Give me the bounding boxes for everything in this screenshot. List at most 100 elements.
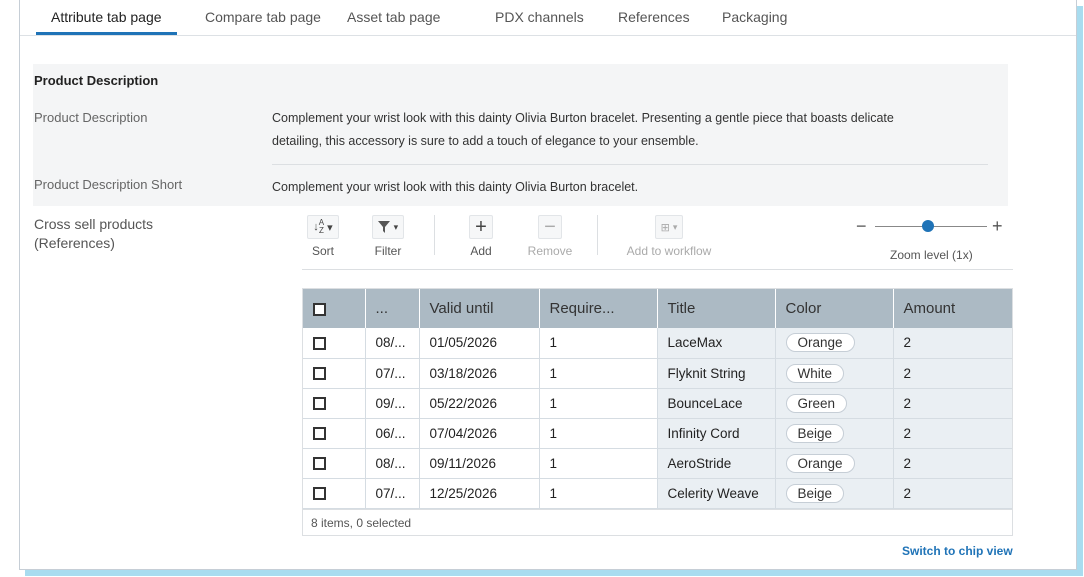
cell-color[interactable]: Orange [775,448,894,479]
color-chip: Beige [785,483,845,503]
column-header-valid-until[interactable]: Valid until [419,289,540,328]
cell-amount[interactable]: 2 [893,388,1012,419]
cell-amount[interactable]: 2 [893,418,1012,449]
column-header-amount[interactable]: Amount [893,289,1012,328]
cell-amount[interactable]: 2 [893,478,1012,509]
cell-amount[interactable]: 2 [893,448,1012,479]
tab-references[interactable]: References [618,0,690,36]
filter-button[interactable]: ▾ Filter [365,214,411,264]
cell-color[interactable]: White [775,358,894,389]
row-checkbox[interactable] [313,337,326,351]
column-header-color[interactable]: Color [775,289,894,328]
select-cell[interactable] [303,358,366,389]
cell-required[interactable]: 1 [539,418,658,449]
cell-title[interactable]: AeroStride [657,448,776,479]
row-checkbox[interactable] [313,397,326,411]
cell-title[interactable]: Infinity Cord [657,418,776,449]
minus-icon: − [538,215,562,239]
cell-valid-until[interactable]: 05/22/2026 [419,388,540,419]
select-cell[interactable] [303,388,366,419]
select-cell[interactable] [303,448,366,479]
editor-frame: Attribute tab page Compare tab page Asse… [19,0,1077,570]
row-checkbox[interactable] [313,427,326,441]
cross-sell-label-line-1: Cross sell products [34,216,154,232]
cell-valid-until[interactable]: 01/05/2026 [419,328,540,359]
table-row[interactable]: 07/... 12/25/2026 1 Celerity Weave Beige 2 [303,478,1012,509]
section-title: Product Description [34,73,159,88]
zoom-in-button[interactable]: + [992,216,1003,237]
product-description-short-value[interactable]: Complement your wrist look with this dai… [272,176,638,199]
cell-date[interactable]: 06/... [365,418,420,449]
workflow-icon: ⊞ ▾ [654,215,684,239]
description-line-1: Complement your wrist look with this dai… [272,111,894,125]
cell-required[interactable]: 1 [539,448,658,479]
cell-valid-until[interactable]: 09/11/2026 [419,448,540,479]
description-line-2: detailing, this accessory is sure to add… [272,134,699,148]
row-checkbox[interactable] [313,457,326,471]
select-all-checkbox[interactable] [313,302,326,316]
cell-color[interactable]: Beige [775,478,894,509]
cell-title[interactable]: BounceLace [657,388,776,419]
product-description-value[interactable]: Complement your wrist look with this dai… [272,107,894,153]
tab-compare[interactable]: Compare tab page [205,0,321,36]
cell-required[interactable]: 1 [539,358,658,389]
add-button[interactable]: + Add [460,214,502,264]
color-chip: Orange [785,453,855,473]
cell-required[interactable]: 1 [539,328,658,359]
cross-sell-label: Cross sell products (References) [34,215,153,253]
remove-label: Remove [527,244,573,258]
tab-packaging[interactable]: Packaging [722,0,787,36]
cell-date[interactable]: 09/... [365,388,420,419]
cell-color[interactable]: Green [775,388,894,419]
cell-date[interactable]: 07/... [365,358,420,389]
zoom-out-button[interactable]: − [856,216,867,237]
table-row[interactable]: 08/... 09/11/2026 1 AeroStride Orange 2 [303,448,1012,479]
select-cell[interactable] [303,418,366,449]
tab-attribute[interactable]: Attribute tab page [36,0,177,36]
column-header[interactable]: ... [365,289,420,328]
filter-label: Filter [374,244,402,258]
column-header-required[interactable]: Require... [539,289,658,328]
plus-icon: + [469,215,493,239]
cell-color[interactable]: Beige [775,418,894,449]
cell-title[interactable]: Celerity Weave [657,478,776,509]
color-chip: Beige [785,423,845,443]
filter-icon: ▾ [371,215,405,239]
table-row[interactable]: 09/... 05/22/2026 1 BounceLace Green 2 [303,388,1012,419]
cell-valid-until[interactable]: 03/18/2026 [419,358,540,389]
remove-button[interactable]: − Remove [524,214,576,264]
cell-required[interactable]: 1 [539,388,658,419]
cell-amount[interactable]: 2 [893,358,1012,389]
cell-valid-until[interactable]: 12/25/2026 [419,478,540,509]
table-row[interactable]: 07/... 03/18/2026 1 Flyknit String White 2 [303,358,1012,389]
table-row[interactable]: 08/... 01/05/2026 1 LaceMax Orange 2 [303,328,1012,359]
add-to-workflow-label: Add to workflow [626,244,712,258]
product-description-label: Product Description [34,110,148,125]
sort-button[interactable]: ↓ A Z ▾ Sort [302,214,344,264]
color-chip: White [785,363,845,383]
add-label: Add [470,244,492,258]
select-cell[interactable] [303,478,366,509]
grid-status: 8 items, 0 selected [303,508,1012,535]
cell-valid-until[interactable]: 07/04/2026 [419,418,540,449]
row-checkbox[interactable] [313,487,326,501]
add-to-workflow-button[interactable]: ⊞ ▾ Add to workflow [620,214,718,264]
zoom-slider-handle[interactable] [922,220,934,232]
cell-date[interactable]: 07/... [365,478,420,509]
cell-date[interactable]: 08/... [365,448,420,479]
cell-amount[interactable]: 2 [893,328,1012,359]
tab-asset[interactable]: Asset tab page [347,0,440,36]
toolbar-divider [302,269,1013,270]
column-header-title[interactable]: Title [657,289,776,328]
cell-title[interactable]: Flyknit String [657,358,776,389]
cell-title[interactable]: LaceMax [657,328,776,359]
select-cell[interactable] [303,328,366,359]
tab-pdx-channels[interactable]: PDX channels [495,0,584,36]
row-checkbox[interactable] [313,367,326,381]
cross-sell-table: ... Valid until Require... Title Color A… [303,289,1012,509]
cell-color[interactable]: Orange [775,328,894,359]
switch-to-chip-view-link[interactable]: Switch to chip view [902,544,1013,558]
cell-required[interactable]: 1 [539,478,658,509]
table-row[interactable]: 06/... 07/04/2026 1 Infinity Cord Beige 2 [303,418,1012,449]
cell-date[interactable]: 08/... [365,328,420,359]
